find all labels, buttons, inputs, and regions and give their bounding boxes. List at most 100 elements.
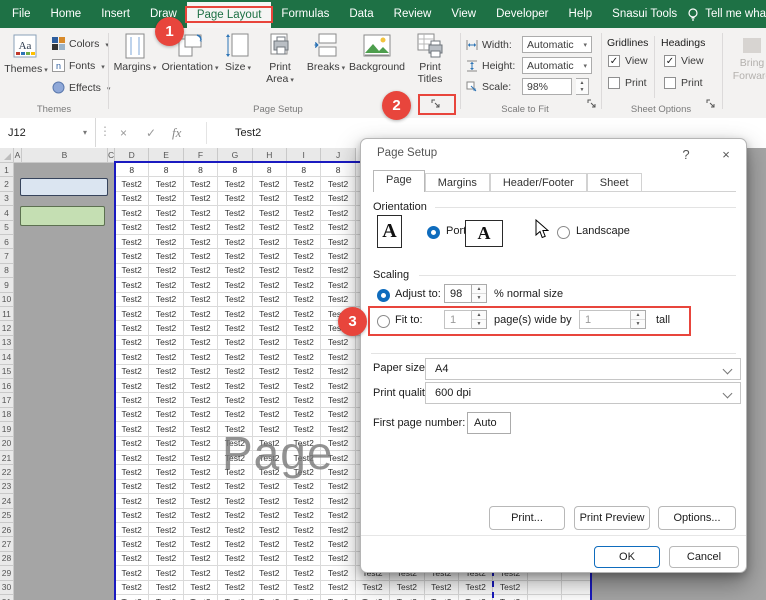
cell[interactable]: Test2 bbox=[184, 494, 218, 508]
cell[interactable]: Test2 bbox=[287, 552, 321, 566]
formula-input[interactable]: Test2 bbox=[235, 118, 261, 147]
cell[interactable]: Test2 bbox=[115, 566, 149, 580]
cell[interactable]: Test2 bbox=[253, 494, 287, 508]
height-dropdown[interactable]: Automatic▾ bbox=[522, 57, 592, 74]
cell[interactable]: Test2 bbox=[287, 365, 321, 379]
cell[interactable]: Test2 bbox=[115, 321, 149, 335]
cell[interactable]: Test2 bbox=[321, 523, 355, 537]
row-header-14[interactable]: 14 bbox=[0, 350, 14, 364]
cell[interactable]: 8 bbox=[321, 163, 355, 177]
row-header-17[interactable]: 17 bbox=[0, 393, 14, 407]
fit-to-tall-spinner[interactable]: ▲▼ bbox=[631, 310, 646, 329]
ribbon-tab-data[interactable]: Data bbox=[339, 0, 383, 28]
cell[interactable]: 8 bbox=[287, 163, 321, 177]
cell[interactable]: Test2 bbox=[218, 552, 252, 566]
name-box[interactable]: J12 ▾ bbox=[0, 118, 96, 147]
cell[interactable]: Test2 bbox=[149, 321, 183, 335]
width-dropdown[interactable]: Automatic▾ bbox=[522, 36, 592, 53]
cell[interactable]: Test2 bbox=[253, 537, 287, 551]
cell[interactable]: Test2 bbox=[149, 235, 183, 249]
cell[interactable]: Test2 bbox=[287, 177, 321, 191]
size-button[interactable]: Size bbox=[220, 33, 256, 73]
row-header-21[interactable]: 21 bbox=[0, 451, 14, 465]
cell[interactable]: Test2 bbox=[321, 494, 355, 508]
enter-entry-button[interactable]: ✓ bbox=[146, 118, 156, 147]
cell[interactable]: Test2 bbox=[149, 494, 183, 508]
cell[interactable]: Test2 bbox=[287, 206, 321, 220]
cell[interactable]: Test2 bbox=[218, 537, 252, 551]
cell[interactable]: Test2 bbox=[115, 595, 149, 600]
cell[interactable]: Test2 bbox=[218, 480, 252, 494]
cell[interactable]: Test2 bbox=[115, 581, 149, 595]
page-setup-dialog-launcher[interactable] bbox=[429, 97, 443, 111]
cell[interactable]: Test2 bbox=[218, 408, 252, 422]
cell[interactable]: Test2 bbox=[115, 177, 149, 191]
cell[interactable]: Test2 bbox=[184, 422, 218, 436]
ribbon-tab-page-layout[interactable]: Page Layout bbox=[187, 2, 272, 28]
ribbon-tab-help[interactable]: Help bbox=[559, 0, 603, 28]
cell[interactable]: Test2 bbox=[184, 523, 218, 537]
ribbon-tab-formulas[interactable]: Formulas bbox=[271, 0, 339, 28]
cell[interactable]: Test2 bbox=[184, 192, 218, 206]
ok-button[interactable]: OK bbox=[594, 546, 660, 568]
cell[interactable]: Test2 bbox=[287, 509, 321, 523]
cell[interactable]: Test2 bbox=[115, 192, 149, 206]
cell[interactable]: Test2 bbox=[149, 451, 183, 465]
cell[interactable]: Test2 bbox=[184, 552, 218, 566]
cell[interactable]: Test2 bbox=[253, 177, 287, 191]
cell[interactable]: Test2 bbox=[287, 581, 321, 595]
row-header-7[interactable]: 7 bbox=[0, 249, 14, 263]
cell[interactable]: Test2 bbox=[321, 206, 355, 220]
cell[interactable]: Test2 bbox=[115, 437, 149, 451]
cell[interactable]: Test2 bbox=[218, 581, 252, 595]
scale-spinner[interactable]: ▲▼ bbox=[576, 78, 589, 95]
cell[interactable]: Test2 bbox=[218, 278, 252, 292]
row-header-19[interactable]: 19 bbox=[0, 422, 14, 436]
cell[interactable]: Test2 bbox=[184, 537, 218, 551]
column-header-A[interactable]: A bbox=[14, 148, 22, 163]
cell[interactable]: Test2 bbox=[115, 379, 149, 393]
help-button[interactable]: ? bbox=[675, 145, 697, 163]
cell[interactable]: Test2 bbox=[115, 480, 149, 494]
cell[interactable]: Test2 bbox=[149, 264, 183, 278]
cell[interactable]: Test2 bbox=[115, 451, 149, 465]
breaks-button[interactable]: Breaks bbox=[304, 33, 348, 73]
adjust-to-radio[interactable] bbox=[377, 289, 390, 302]
cell[interactable]: Test2 bbox=[218, 509, 252, 523]
gridlines-view-checkbox[interactable]: View bbox=[608, 55, 648, 67]
dialog-tab-sheet[interactable]: Sheet bbox=[587, 173, 642, 192]
cell[interactable]: Test2 bbox=[218, 321, 252, 335]
cell[interactable]: Test2 bbox=[184, 595, 218, 600]
effects-button[interactable]: Effects bbox=[52, 81, 110, 94]
cell[interactable]: Test2 bbox=[356, 595, 390, 600]
select-all-corner[interactable] bbox=[0, 148, 14, 163]
landscape-radio[interactable] bbox=[557, 226, 570, 239]
row-header-15[interactable]: 15 bbox=[0, 365, 14, 379]
row-header-28[interactable]: 28 bbox=[0, 552, 14, 566]
cell[interactable]: Test2 bbox=[149, 249, 183, 263]
cell[interactable]: Test2 bbox=[287, 595, 321, 600]
dialog-tab-header-footer[interactable]: Header/Footer bbox=[490, 173, 587, 192]
cell[interactable]: Test2 bbox=[287, 494, 321, 508]
row-header-26[interactable]: 26 bbox=[0, 523, 14, 537]
cell[interactable]: Test2 bbox=[218, 249, 252, 263]
cell[interactable]: Test2 bbox=[184, 566, 218, 580]
fonts-button[interactable]: n Fonts bbox=[52, 59, 105, 72]
row-header-27[interactable]: 27 bbox=[0, 537, 14, 551]
cell[interactable]: Test2 bbox=[253, 581, 287, 595]
cell[interactable]: Test2 bbox=[253, 393, 287, 407]
ribbon-tab-snasui-tools[interactable]: Snasui Tools bbox=[602, 0, 687, 28]
row-header-5[interactable]: 5 bbox=[0, 221, 14, 235]
row-header-30[interactable]: 30 bbox=[0, 581, 14, 595]
print-preview-button[interactable]: Print Preview bbox=[574, 506, 650, 530]
cancel-button[interactable]: Cancel bbox=[669, 546, 739, 568]
row-header-2[interactable]: 2 bbox=[0, 177, 14, 191]
cell[interactable]: Test2 bbox=[149, 221, 183, 235]
cell[interactable]: Test2 bbox=[184, 264, 218, 278]
headings-print-checkbox[interactable]: Print bbox=[664, 77, 703, 89]
cell[interactable]: Test2 bbox=[321, 595, 355, 600]
cell[interactable]: Test2 bbox=[184, 581, 218, 595]
cell[interactable]: Test2 bbox=[287, 235, 321, 249]
cell[interactable]: Test2 bbox=[218, 177, 252, 191]
ribbon-tab-file[interactable]: File bbox=[2, 0, 41, 28]
